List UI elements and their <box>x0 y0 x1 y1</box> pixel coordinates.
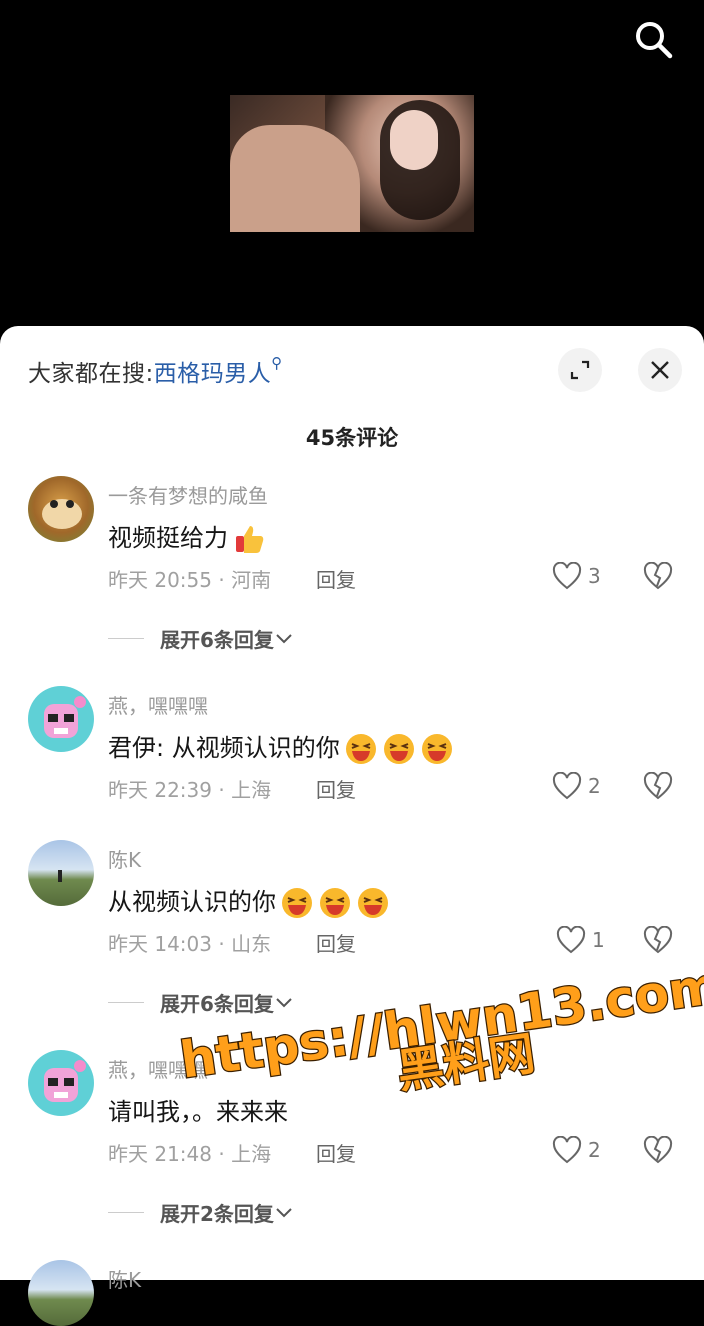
comments-panel: 大家都在搜:西格玛男人⚲ 45条评论 一条有梦想的咸鱼 视频挺给力 昨天 20:… <box>0 326 704 1326</box>
comment-text: 视频挺给力 <box>108 518 266 556</box>
dislike-button[interactable] <box>643 771 673 804</box>
broken-heart-icon <box>643 925 673 954</box>
comment-username[interactable]: 一条有梦想的咸鱼 <box>108 480 268 509</box>
heart-icon <box>552 1136 582 1164</box>
comment-text: 请叫我，。来来来 <box>108 1098 288 1126</box>
like-count: 2 <box>588 774 601 798</box>
close-button[interactable] <box>638 348 682 392</box>
dislike-button[interactable] <box>643 561 673 594</box>
expand-replies-button[interactable]: 展开6条回复 <box>108 624 294 653</box>
comment-count: 45条评论 <box>305 426 399 450</box>
comment-meta: 昨天 14:03 · 山东 <box>108 932 272 956</box>
search-suggestion[interactable]: 大家都在搜:西格玛男人⚲ <box>28 354 283 388</box>
video-area <box>0 0 704 330</box>
broken-heart-icon <box>643 771 673 800</box>
avatar[interactable] <box>28 1050 94 1116</box>
reply-button[interactable]: 回复 <box>316 564 356 593</box>
avatar[interactable] <box>28 686 94 752</box>
heart-icon <box>556 926 586 954</box>
small-search-icon: ⚲ <box>271 354 283 372</box>
laughing-emoji <box>383 734 414 764</box>
broken-heart-icon <box>643 1135 673 1164</box>
like-button[interactable]: 1 <box>556 926 605 954</box>
expand-icon <box>570 360 590 380</box>
thumbs-up-emoji <box>236 526 264 553</box>
dislike-button[interactable] <box>643 1135 673 1168</box>
avatar[interactable] <box>28 1260 94 1326</box>
comment-text: 从视频认识的你 <box>108 882 390 920</box>
expand-panel-button[interactable] <box>558 348 602 392</box>
comment-text: 君伊: 从视频认识的你 <box>108 728 454 766</box>
like-button[interactable]: 2 <box>552 772 601 800</box>
video-thumbnail[interactable] <box>230 95 474 232</box>
expand-replies-label: 展开2条回复 <box>160 1202 274 1226</box>
close-icon <box>651 361 669 379</box>
laughing-emoji <box>282 888 312 918</box>
broken-heart-icon <box>643 561 673 590</box>
dislike-button[interactable] <box>643 925 673 958</box>
chevron-down-icon <box>276 633 292 643</box>
expand-replies-label: 展开6条回复 <box>160 992 274 1016</box>
expand-replies-button[interactable]: 展开2条回复 <box>108 1198 294 1227</box>
search-icon <box>636 22 673 59</box>
expand-replies-button[interactable]: 展开6条回复 <box>108 988 294 1017</box>
like-count: 1 <box>592 928 605 952</box>
heart-icon <box>552 772 582 800</box>
laughing-emoji <box>358 888 388 918</box>
comment-meta: 昨天 22:39 · 上海 <box>108 778 272 802</box>
chevron-down-icon <box>276 1207 292 1217</box>
reply-button[interactable]: 回复 <box>316 928 356 957</box>
comment-username[interactable]: 陈K <box>108 1264 141 1293</box>
comment-meta: 昨天 20:55 · 河南 <box>108 568 272 592</box>
comment-username[interactable]: 燕，嘿嘿嘿 <box>108 690 208 719</box>
chevron-down-icon <box>276 997 292 1007</box>
like-button[interactable]: 3 <box>552 562 601 590</box>
suggestion-keyword[interactable]: 西格玛男人 <box>154 361 272 387</box>
search-button[interactable] <box>632 18 676 62</box>
laughing-emoji <box>320 888 350 918</box>
comment-username[interactable]: 燕，嘿嘿嘿 <box>108 1054 208 1083</box>
like-count: 2 <box>588 1138 601 1162</box>
comment-username[interactable]: 陈K <box>108 844 141 873</box>
like-button[interactable]: 2 <box>552 1136 601 1164</box>
laughing-emoji <box>421 734 452 764</box>
reply-button[interactable]: 回复 <box>316 1138 356 1167</box>
avatar[interactable] <box>28 840 94 906</box>
expand-replies-label: 展开6条回复 <box>160 628 274 652</box>
reply-button[interactable]: 回复 <box>316 774 356 803</box>
comment-meta: 昨天 21:48 · 上海 <box>108 1142 272 1166</box>
avatar[interactable] <box>28 476 94 542</box>
laughing-emoji <box>345 734 376 764</box>
suggestion-prefix: 大家都在搜: <box>28 361 154 387</box>
like-count: 3 <box>588 564 601 588</box>
heart-icon <box>552 562 582 590</box>
